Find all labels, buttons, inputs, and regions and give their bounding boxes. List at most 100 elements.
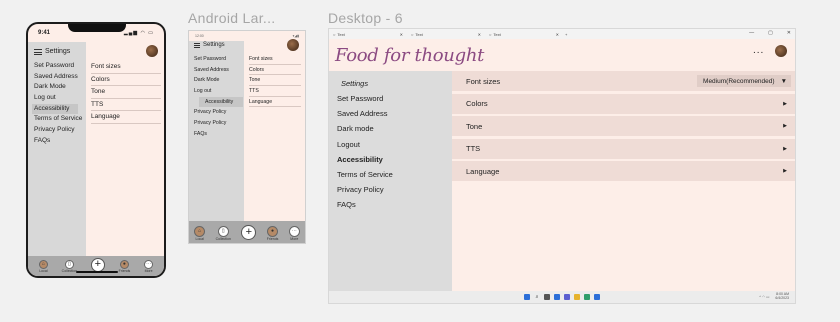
sidebar-item-faqs[interactable]: FAQs bbox=[34, 136, 86, 147]
tray-icons[interactable]: ^ ◠ ▭ bbox=[759, 295, 769, 299]
home-icon: ⌂ bbox=[194, 225, 206, 237]
status-time: 12:00 bbox=[195, 34, 204, 38]
desktop-frame: ○ Text ✕ ○ Text ✕ ○ Text ✕ + — ▢ ✕ Food for th… bbox=[328, 28, 796, 304]
sidebar-item-privacy-2[interactable]: Privacy Policy bbox=[194, 118, 244, 129]
option-colors[interactable]: Colors bbox=[91, 74, 161, 87]
more-options-button[interactable]: ... bbox=[753, 45, 764, 56]
maximize-icon[interactable]: ▢ bbox=[768, 30, 773, 36]
tab-collection[interactable]: ▯ Collection bbox=[62, 259, 77, 273]
sidebar-item-accessibility[interactable]: Accessibility bbox=[337, 152, 449, 167]
menu-icon[interactable] bbox=[34, 48, 42, 55]
tab-local[interactable]: ⌂ Local bbox=[194, 225, 206, 241]
app-logo: Food for thought bbox=[335, 45, 485, 66]
sidebar-nav: Set Password Saved Address Dark Mode Log… bbox=[194, 54, 244, 140]
setting-label: Tone bbox=[466, 121, 483, 131]
store-icon[interactable] bbox=[594, 294, 600, 300]
chat-icon: ● bbox=[267, 225, 279, 237]
browser-tab-3[interactable]: ○ Text ✕ bbox=[485, 32, 563, 37]
setting-tone[interactable]: Tone ▶ bbox=[452, 116, 795, 136]
sidebar-item-privacy[interactable]: Privacy Policy bbox=[337, 182, 449, 197]
android-frame-title: Android Lar... bbox=[188, 10, 276, 26]
browser-tab-1[interactable]: ○ Text ✕ bbox=[329, 32, 407, 37]
sidebar-item-terms[interactable]: Terms of Service bbox=[337, 167, 449, 182]
minimize-icon[interactable]: — bbox=[749, 30, 754, 36]
setting-language[interactable]: Language ▶ bbox=[452, 161, 795, 181]
setting-label: TTS bbox=[466, 144, 481, 153]
chat-app-icon[interactable] bbox=[564, 294, 570, 300]
sidebar-item-accessibility[interactable]: Accessibility bbox=[199, 96, 243, 108]
os-taskbar: ⌕ ^ ◠ ▭ 8:00 AM 6/4/2023 bbox=[329, 291, 795, 303]
widgets-icon[interactable] bbox=[554, 294, 560, 300]
setting-tts[interactable]: TTS ▶ bbox=[452, 138, 795, 159]
setting-colors[interactable]: Colors ▶ bbox=[452, 93, 795, 114]
sidebar-item-set-password[interactable]: Set Password bbox=[34, 61, 86, 72]
option-tone[interactable]: Tone bbox=[91, 86, 161, 99]
chevron-right-icon: ▶ bbox=[783, 123, 787, 129]
sidebar-item-saved-address[interactable]: Saved Address bbox=[337, 106, 449, 121]
setting-font-sizes[interactable]: Font sizes Medium(Recommended) ▼ bbox=[452, 71, 795, 91]
avatar[interactable] bbox=[775, 45, 787, 57]
sidebar-nav: Set Password Saved Address Dark Mode Log… bbox=[32, 61, 86, 147]
sidebar-item-faqs[interactable]: FAQs bbox=[337, 197, 449, 212]
folder-icon[interactable] bbox=[574, 294, 580, 300]
tab-more[interactable]: ⋯ More bbox=[288, 225, 300, 241]
setting-label: Font sizes bbox=[466, 76, 501, 86]
sidebar-item-accessibility[interactable]: Accessibility bbox=[32, 103, 78, 115]
font-size-select[interactable]: Medium(Recommended) ▼ bbox=[697, 75, 791, 87]
browser-icon[interactable] bbox=[584, 294, 590, 300]
system-tray: ^ ◠ ▭ 8:00 AM 6/4/2023 bbox=[759, 292, 789, 301]
option-language[interactable]: Language bbox=[249, 97, 301, 108]
add-button[interactable]: + bbox=[241, 224, 257, 240]
close-icon[interactable]: ✕ bbox=[478, 32, 481, 37]
sidebar-nav: Set Password Saved Address Dark mode Log… bbox=[337, 91, 449, 213]
option-tone[interactable]: Tone bbox=[249, 75, 301, 87]
menu-icon[interactable] bbox=[194, 42, 200, 48]
sidebar-item-log-out[interactable]: Log out bbox=[34, 93, 86, 104]
avatar[interactable] bbox=[146, 45, 158, 57]
sidebar-item-set-password[interactable]: Set Password bbox=[337, 91, 449, 106]
sidebar-item-terms[interactable]: Terms of Service bbox=[34, 114, 86, 125]
task-view-icon[interactable] bbox=[544, 294, 550, 300]
browser-tab-strip: ○ Text ✕ ○ Text ✕ ○ Text ✕ + — ▢ ✕ bbox=[329, 29, 795, 39]
tab-friends[interactable]: ● Friends bbox=[119, 259, 130, 273]
page-icon: ○ bbox=[333, 31, 336, 37]
sidebar-item-faqs[interactable]: FAQs bbox=[194, 129, 244, 140]
start-icon[interactable] bbox=[524, 294, 530, 300]
close-icon[interactable]: ✕ bbox=[400, 32, 403, 37]
sidebar-item-log-out[interactable]: Log out bbox=[194, 86, 244, 97]
add-button[interactable]: + bbox=[90, 257, 105, 272]
option-language[interactable]: Language bbox=[91, 111, 161, 124]
sidebar-item-dark-mode[interactable]: Dark Mode bbox=[34, 82, 86, 93]
desktop-frame-title: Desktop - 6 bbox=[328, 10, 403, 26]
sidebar-item-saved-address[interactable]: Saved Address bbox=[34, 72, 86, 83]
close-window-icon[interactable]: ✕ bbox=[787, 30, 791, 36]
search-icon[interactable]: ⌕ bbox=[534, 294, 540, 300]
new-tab-icon[interactable]: + bbox=[565, 32, 567, 37]
option-font-sizes[interactable]: Font sizes bbox=[91, 61, 161, 74]
accessibility-settings: Font sizes Medium(Recommended) ▼ Colors ▶… bbox=[452, 71, 795, 184]
option-tts[interactable]: TTS bbox=[249, 86, 301, 97]
tab-more[interactable]: ⋯ More bbox=[144, 259, 154, 273]
browser-tab-2[interactable]: ○ Text ✕ bbox=[407, 32, 485, 37]
setting-label: Language bbox=[466, 166, 500, 176]
sidebar-item-privacy[interactable]: Privacy Policy bbox=[194, 107, 244, 118]
sidebar-item-logout[interactable]: Logout bbox=[337, 137, 449, 152]
tab-collection[interactable]: ▯ Collection bbox=[216, 225, 231, 241]
option-tts[interactable]: TTS bbox=[91, 99, 161, 112]
sidebar-item-dark-mode[interactable]: Dark Mode bbox=[194, 75, 244, 86]
settings-header[interactable]: Settings bbox=[34, 48, 70, 55]
option-colors[interactable]: Colors bbox=[249, 65, 301, 76]
option-font-sizes[interactable]: Font sizes bbox=[249, 54, 301, 65]
close-icon[interactable]: ✕ bbox=[556, 32, 559, 37]
tab-local[interactable]: ⌂ Local bbox=[38, 259, 48, 273]
sidebar-item-dark-mode[interactable]: Dark mode bbox=[337, 121, 449, 136]
sidebar-item-privacy[interactable]: Privacy Policy bbox=[34, 125, 86, 136]
plus-icon: + bbox=[94, 258, 102, 270]
tab-friends[interactable]: ● Friends bbox=[267, 225, 279, 241]
dropdown-arrow-icon: ▼ bbox=[780, 77, 787, 85]
avatar[interactable] bbox=[287, 39, 299, 51]
sidebar-item-saved-address[interactable]: Saved Address bbox=[194, 65, 244, 76]
sidebar-item-set-password[interactable]: Set Password bbox=[194, 54, 244, 65]
settings-header[interactable]: Settings bbox=[194, 42, 225, 48]
clock[interactable]: 8:00 AM 6/4/2023 bbox=[775, 292, 789, 301]
